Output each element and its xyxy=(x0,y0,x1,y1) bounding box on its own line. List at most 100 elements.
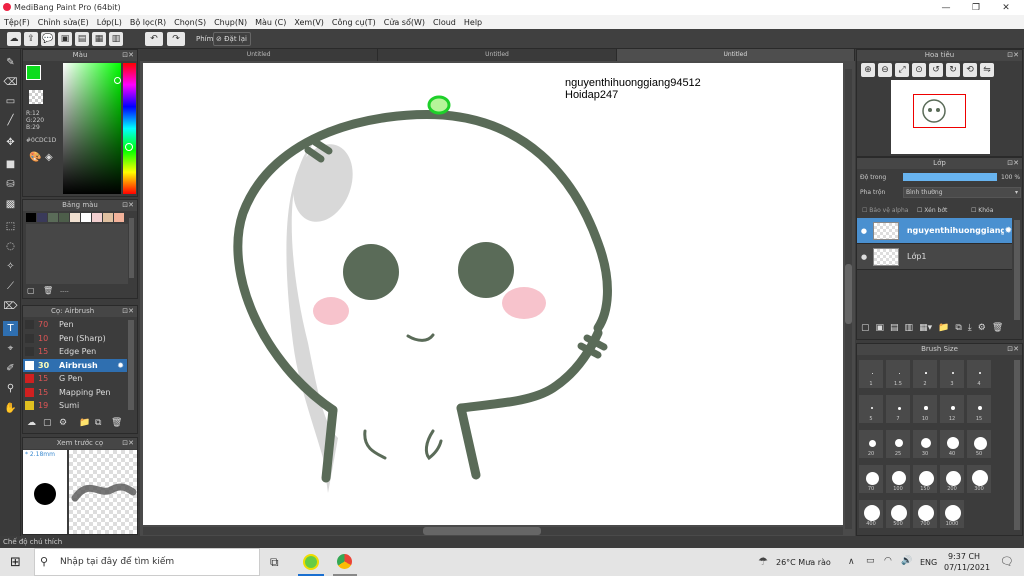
merge-down-icon[interactable]: ⤓ xyxy=(968,323,972,333)
brush-item[interactable]: 10 Pen (Sharp) xyxy=(23,332,127,346)
menu-item[interactable]: Bộ lọc(R) xyxy=(126,18,170,27)
document-tab[interactable]: Untitled xyxy=(616,49,855,61)
add-brush-icon[interactable]: ▢ xyxy=(43,418,52,428)
hue-cursor[interactable] xyxy=(125,143,133,151)
delete-icon[interactable]: 🗑 xyxy=(43,286,53,295)
cloud-brush-icon[interactable]: ☁ xyxy=(27,418,36,428)
palette-swatch[interactable] xyxy=(92,213,102,222)
brush-size-cell[interactable]: 12 xyxy=(939,394,965,424)
notification-icon[interactable]: 🗨 xyxy=(1000,555,1014,568)
delete-brush-icon[interactable]: 🗑 xyxy=(111,418,122,428)
new-palette-icon[interactable]: ▢ xyxy=(27,286,35,295)
brush-size-cell[interactable]: 30 xyxy=(912,429,938,459)
duplicate-layer-icon[interactable]: ⧉ xyxy=(955,323,961,333)
brush-tool-icon[interactable]: ✎ xyxy=(3,55,18,70)
layer-row[interactable]: ● nguyenthihuonggiang94512✹ xyxy=(857,218,1012,244)
select-rect-icon[interactable]: ⬚ xyxy=(3,219,18,234)
select-pen-icon[interactable]: ⟋ xyxy=(3,279,18,294)
drawing-canvas[interactable]: nguyenthihuonggiang94512 Hoidap247 xyxy=(143,63,843,525)
brush-scrollbar[interactable] xyxy=(128,320,134,410)
gear-icon[interactable]: ✹ xyxy=(117,361,124,370)
size-scrollbar[interactable] xyxy=(1014,360,1020,530)
flip-icon[interactable]: ⇋ xyxy=(980,63,994,77)
minimize-icon[interactable]: — xyxy=(931,0,961,15)
menu-item[interactable]: Help xyxy=(460,18,486,27)
rectangle-tool-icon[interactable]: ▭ xyxy=(3,94,18,109)
eraser-tool-icon[interactable]: ⌫ xyxy=(3,75,18,90)
brush-settings-icon[interactable]: ⚙ xyxy=(59,418,67,428)
gradient-tool-icon[interactable]: ▩ xyxy=(3,197,18,212)
gear-icon[interactable]: ✹ xyxy=(1004,226,1012,236)
cloud-icon[interactable]: ☁ xyxy=(7,32,21,46)
color-picker-icon[interactable]: ◈ xyxy=(45,152,53,163)
menu-item[interactable]: Công cụ(T) xyxy=(328,18,380,27)
folder-icon[interactable]: 📁 xyxy=(79,418,90,428)
lasso-icon[interactable]: ◌ xyxy=(3,239,18,254)
menu-item[interactable]: Tệp(F) xyxy=(0,18,34,27)
move-tool-icon[interactable]: ✥ xyxy=(3,135,18,150)
brush-item[interactable]: 15 Edge Pen xyxy=(23,345,127,359)
close-icon[interactable]: ✕ xyxy=(991,0,1021,15)
brush-size-cell[interactable]: 150 xyxy=(912,464,938,494)
blend-mode-select[interactable]: Bình thường ▾ xyxy=(903,187,1021,198)
maximize-icon[interactable]: ❐ xyxy=(961,0,991,15)
document-tab[interactable]: Untitled xyxy=(378,49,617,61)
fit-icon[interactable]: ⤢ xyxy=(895,63,909,77)
eye-icon[interactable]: ● xyxy=(857,253,871,261)
brush-size-cell[interactable]: 500 xyxy=(885,499,911,529)
clock[interactable]: 9:37 CH 07/11/2021 xyxy=(944,551,990,573)
opacity-slider[interactable] xyxy=(903,173,997,181)
chrome-taskbar-icon[interactable] xyxy=(337,554,352,569)
comment-icon[interactable]: 💬 xyxy=(41,32,55,46)
palette-swatch[interactable] xyxy=(48,213,58,222)
undo-icon[interactable]: ↶ xyxy=(145,32,163,46)
rotate-right-icon[interactable]: ↻ xyxy=(946,63,960,77)
foreground-color-swatch[interactable] xyxy=(26,65,41,80)
brush-item[interactable]: 70 Pen xyxy=(23,318,127,332)
brush-item[interactable]: 15 Mapping Pen xyxy=(23,386,127,400)
new-8bit-layer-icon[interactable]: ▤ xyxy=(890,323,899,333)
redo-icon[interactable]: ↷ xyxy=(167,32,185,46)
brush-size-cell[interactable]: 15 xyxy=(966,394,992,424)
brush-size-cell[interactable]: 7 xyxy=(885,394,911,424)
lock-checkbox[interactable]: ☐ Khóa xyxy=(971,207,993,214)
layer-settings-icon[interactable]: ⚙ xyxy=(978,323,986,333)
eye-icon[interactable]: ● xyxy=(857,227,871,235)
brush-size-cell[interactable]: 20 xyxy=(858,429,884,459)
brush-size-cell[interactable]: 3 xyxy=(939,359,965,389)
menu-item[interactable]: Cửa sổ(W) xyxy=(380,18,429,27)
brush-size-cell[interactable]: 1.5 xyxy=(885,359,911,389)
reset-button[interactable]: ⊘ Đặt lại xyxy=(213,32,251,46)
brush-size-cell[interactable]: 1000 xyxy=(939,499,965,529)
language-indicator[interactable]: ENG xyxy=(920,558,937,567)
select-eraser-icon[interactable]: ⌦ xyxy=(3,299,18,314)
palette-scrollbar[interactable] xyxy=(129,218,134,278)
fill-shape-tool-icon[interactable]: ■ xyxy=(3,157,18,172)
menu-item[interactable]: Xem(V) xyxy=(290,18,328,27)
layer-scrollbar[interactable] xyxy=(1014,220,1020,320)
reset-view-icon[interactable]: ⟲ xyxy=(963,63,977,77)
panel-pin-icon[interactable]: ⊡✕ xyxy=(122,438,134,449)
brush-size-cell[interactable]: 25 xyxy=(885,429,911,459)
brush-size-cell[interactable]: 1 xyxy=(858,359,884,389)
divide-tool-icon[interactable]: ✐ xyxy=(3,361,18,376)
zoom-in-icon[interactable]: ⊕ xyxy=(861,63,875,77)
delete-layer-icon[interactable]: 🗑 xyxy=(992,323,1003,333)
windows-start-icon[interactable]: ⊞ xyxy=(10,555,21,570)
vertical-scroll-thumb[interactable] xyxy=(845,264,852,324)
table-icon[interactable]: ▥ xyxy=(109,32,123,46)
menu-item[interactable]: Chỉnh sửa(E) xyxy=(34,18,93,27)
zoom-out-icon[interactable]: ⊖ xyxy=(878,63,892,77)
menu-item[interactable]: Chọn(S) xyxy=(170,18,210,27)
brush-size-cell[interactable]: 5 xyxy=(858,394,884,424)
panel-pin-icon[interactable]: ⊡✕ xyxy=(122,50,134,61)
palette-swatch[interactable] xyxy=(26,213,36,222)
brush-item[interactable]: 30 Airbrush ✹ xyxy=(23,358,127,372)
eyedropper-icon[interactable]: ⚲ xyxy=(3,381,18,396)
text-tool-icon[interactable]: T xyxy=(3,321,18,336)
brush-size-cell[interactable]: 50 xyxy=(966,429,992,459)
brush-size-cell[interactable]: 200 xyxy=(939,464,965,494)
weather-icon[interactable]: ☂ xyxy=(758,555,768,568)
brush-size-cell[interactable]: 40 xyxy=(939,429,965,459)
menu-item[interactable]: Màu (C) xyxy=(251,18,290,27)
